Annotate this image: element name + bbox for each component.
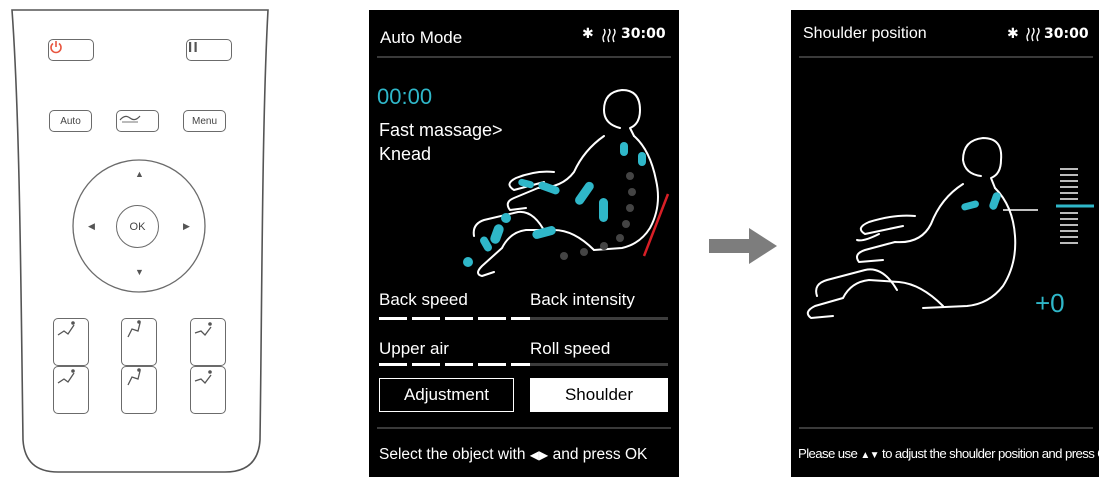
bluetooth-icon: ✱ [1007, 26, 1019, 42]
upper-air-level [379, 363, 539, 366]
footrest-down-button[interactable] [190, 366, 226, 414]
footrest-down-icon [194, 370, 212, 384]
back-intensity-level [530, 317, 668, 320]
shoulder-position-value: +0 [1035, 288, 1065, 318]
header-divider [377, 56, 671, 58]
program-step: Knead [379, 144, 432, 164]
zero-gravity-icon [119, 115, 141, 123]
screen-title: Auto Mode [380, 28, 463, 47]
footrest-up-icon [194, 322, 212, 336]
footer-prefix: Please use [798, 446, 858, 461]
left-arrow-icon[interactable]: ◀ [88, 222, 95, 231]
menu-button[interactable]: Menu [183, 110, 226, 132]
footer-hint: Please use ▲▼ to adjust the shoulder pos… [798, 446, 1099, 461]
heat-icon [602, 28, 616, 43]
program-timer: 00:00 [377, 84, 433, 109]
heat-icon [1026, 27, 1040, 42]
shoulder-button[interactable]: Shoulder [530, 378, 668, 412]
ok-button[interactable]: OK [116, 205, 159, 248]
raise-back-button[interactable] [53, 366, 89, 414]
option-back-intensity[interactable]: Back intensity [530, 290, 635, 310]
legrest-up-button[interactable] [121, 318, 157, 366]
legrest-down-icon [127, 368, 141, 386]
option-roll-speed[interactable]: Roll speed [530, 339, 610, 359]
legrest-up-icon [127, 320, 141, 338]
bluetooth-icon: ✱ [582, 26, 594, 42]
remote-control: Auto Menu ▲ ▼ ◀ ▶ OK [0, 0, 285, 477]
footer-suffix: and press OK [552, 446, 648, 463]
roll-speed-level [530, 363, 668, 366]
shoulder-label: Shoulder [564, 385, 634, 404]
option-back-speed[interactable]: Back speed [379, 290, 468, 310]
power-button[interactable] [48, 39, 94, 61]
pause-button[interactable] [186, 39, 232, 61]
shoulder-position-scale [1056, 168, 1094, 244]
adjustment-label: Adjustment [403, 385, 490, 404]
auto-mode-screen: Auto Mode ✱ 30:00 00:00 Fast massage> Kn… [369, 10, 679, 477]
auto-label: Auto [60, 115, 81, 127]
footrest-up-button[interactable] [190, 318, 226, 366]
footer-divider [799, 427, 1093, 429]
footer-suffix: to adjust the shoulder position and pres… [882, 446, 1099, 461]
recline-back-button[interactable] [53, 318, 89, 366]
footer-prefix: Select the object with [379, 446, 526, 463]
body-massage-illustration [463, 89, 670, 277]
left-right-arrow-icon: ◀▶ [529, 448, 549, 462]
header-divider [799, 56, 1093, 58]
footer-divider [377, 427, 671, 429]
remaining-time: 30:00 [1044, 26, 1089, 42]
up-down-arrow-icon: ▲▼ [860, 450, 879, 461]
zero-gravity-button[interactable] [116, 110, 159, 132]
footer-hint: Select the object with ◀▶ and press OK [379, 446, 647, 464]
raise-back-icon [57, 369, 75, 384]
power-icon [50, 41, 62, 54]
up-arrow-icon[interactable]: ▲ [135, 170, 144, 179]
down-arrow-icon[interactable]: ▼ [135, 268, 144, 277]
remaining-time: 30:00 [621, 26, 666, 42]
transition-arrow-icon [709, 228, 777, 264]
auto-button[interactable]: Auto [49, 110, 92, 132]
adjustment-button[interactable]: Adjustment [379, 378, 514, 412]
shoulder-position-screen: Shoulder position ✱ 30:00 +0 Please use … [791, 10, 1099, 477]
screen-title: Shoulder position [803, 25, 927, 42]
right-arrow-icon[interactable]: ▶ [183, 222, 190, 231]
option-upper-air[interactable]: Upper air [379, 339, 449, 359]
pause-icon [189, 42, 197, 52]
ok-label: OK [129, 220, 146, 233]
legrest-down-button[interactable] [121, 366, 157, 414]
body-outline-illustration [806, 137, 1038, 319]
recline-back-icon [57, 321, 75, 336]
back-speed-level [379, 317, 539, 320]
menu-label: Menu [191, 115, 217, 127]
